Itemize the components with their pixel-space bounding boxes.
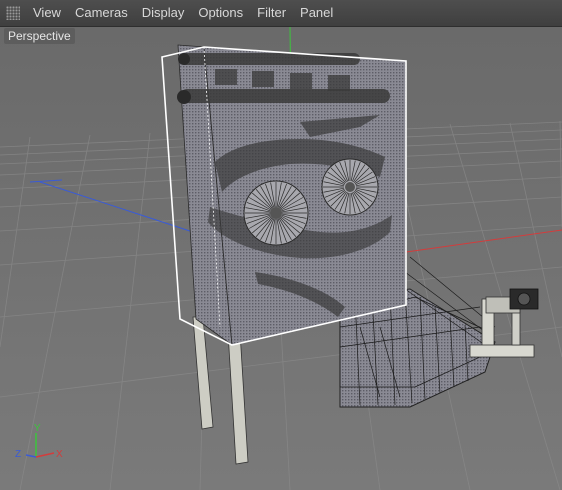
- gizmo-y-label: Y: [34, 423, 41, 434]
- scene-canvas[interactable]: Y X Z: [0, 27, 562, 490]
- fan-left: [243, 180, 309, 246]
- gizmo-z-label: Z: [15, 449, 21, 460]
- cabinet-model: [177, 44, 407, 346]
- menu-view[interactable]: View: [26, 0, 68, 26]
- menu-cameras[interactable]: Cameras: [68, 0, 135, 26]
- perspective-viewport[interactable]: Y X Z Perspective: [0, 27, 562, 490]
- menu-filter[interactable]: Filter: [250, 0, 293, 26]
- menu-panel[interactable]: Panel: [293, 0, 340, 26]
- viewport-menubar: View Cameras Display Options Filter Pane…: [0, 0, 562, 27]
- view-name-label: Perspective: [4, 28, 75, 44]
- menu-options[interactable]: Options: [191, 0, 250, 26]
- fan-right: [321, 158, 379, 216]
- panel-grip-icon[interactable]: [6, 6, 20, 20]
- menu-display[interactable]: Display: [135, 0, 192, 26]
- gizmo-x-label: X: [56, 449, 63, 460]
